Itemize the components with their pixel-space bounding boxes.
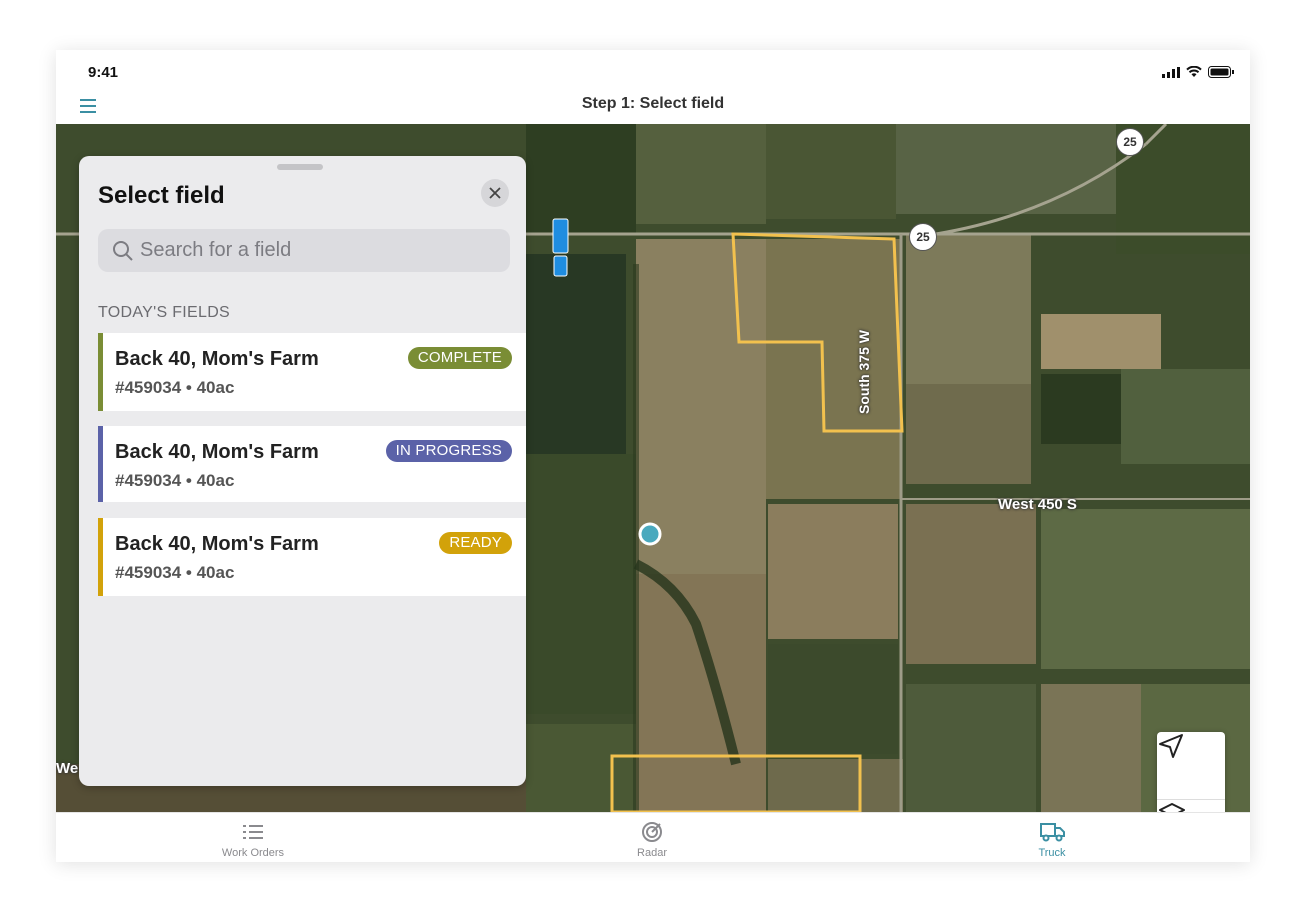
status-bar: 9:41 <box>56 50 1250 94</box>
field-name: Back 40, Mom's Farm <box>115 441 319 463</box>
tab-label: Truck <box>1038 847 1066 859</box>
route-shield: 25 <box>909 223 937 251</box>
status-badge: IN PROGRESS <box>385 440 512 462</box>
tab-label: Work Orders <box>221 847 285 859</box>
locate-button[interactable] <box>1157 732 1225 799</box>
road-label-west-450: West 450 S <box>998 496 1077 513</box>
tab-bar: Work Orders Radar Truck <box>56 812 1250 862</box>
status-bar-accent <box>98 518 103 596</box>
radar-icon <box>642 822 662 842</box>
truck-icon <box>1040 823 1065 842</box>
layers-icon <box>1159 803 1185 812</box>
field-name: Back 40, Mom's Farm <box>115 533 319 555</box>
search-input[interactable] <box>140 229 500 272</box>
select-field-panel: Select field TODAY'S FIELDS Back 40, Mom… <box>79 156 526 786</box>
battery-icon <box>1208 66 1234 78</box>
status-bar-accent <box>98 333 103 411</box>
field-card[interactable]: Back 40, Mom's Farm #459034 • 40ac READY <box>98 518 526 596</box>
nav-bar: Step 1: Select field <box>56 90 1250 124</box>
tab-radar[interactable]: Radar <box>552 813 752 862</box>
status-time: 9:41 <box>88 64 119 81</box>
panel-grabber[interactable] <box>277 164 323 170</box>
road-label-south: South 375 W <box>856 329 872 414</box>
field-card[interactable]: Back 40, Mom's Farm #459034 • 40ac IN PR… <box>98 426 526 502</box>
field-meta: #459034 • 40ac <box>115 563 235 582</box>
status-badge: READY <box>439 532 512 554</box>
status-badge: COMPLETE <box>407 347 512 369</box>
field-meta: #459034 • 40ac <box>115 471 235 490</box>
panel-title: Select field <box>98 182 225 209</box>
tab-label: Radar <box>637 847 667 859</box>
field-card[interactable]: Back 40, Mom's Farm #459034 • 40ac COMPL… <box>98 333 526 411</box>
tab-work-orders[interactable]: Work Orders <box>153 813 353 862</box>
layers-button[interactable] <box>1157 800 1225 812</box>
road-label-west-edge: We <box>56 760 79 777</box>
tab-truck[interactable]: Truck <box>952 813 1152 862</box>
signal-icon <box>1162 66 1180 78</box>
status-bar-accent <box>98 426 103 502</box>
close-icon <box>489 187 501 199</box>
page-title: Step 1: Select field <box>581 95 725 112</box>
status-icons <box>1162 66 1234 78</box>
field-meta: #459034 • 40ac <box>115 378 235 397</box>
search-icon <box>113 241 133 261</box>
search-bar <box>98 229 510 272</box>
list-icon <box>243 825 263 839</box>
section-label: TODAY'S FIELDS <box>98 304 231 321</box>
tablet-frame: 9:41 Step 1: Select field South 375 W We… <box>56 50 1250 862</box>
navigation-arrow-icon <box>1159 734 1183 758</box>
field-name: Back 40, Mom's Farm <box>115 348 319 370</box>
route-shield: 25 <box>1116 128 1144 156</box>
map-controls <box>1157 732 1225 812</box>
wifi-icon <box>1186 66 1202 77</box>
close-button[interactable] <box>481 179 509 207</box>
